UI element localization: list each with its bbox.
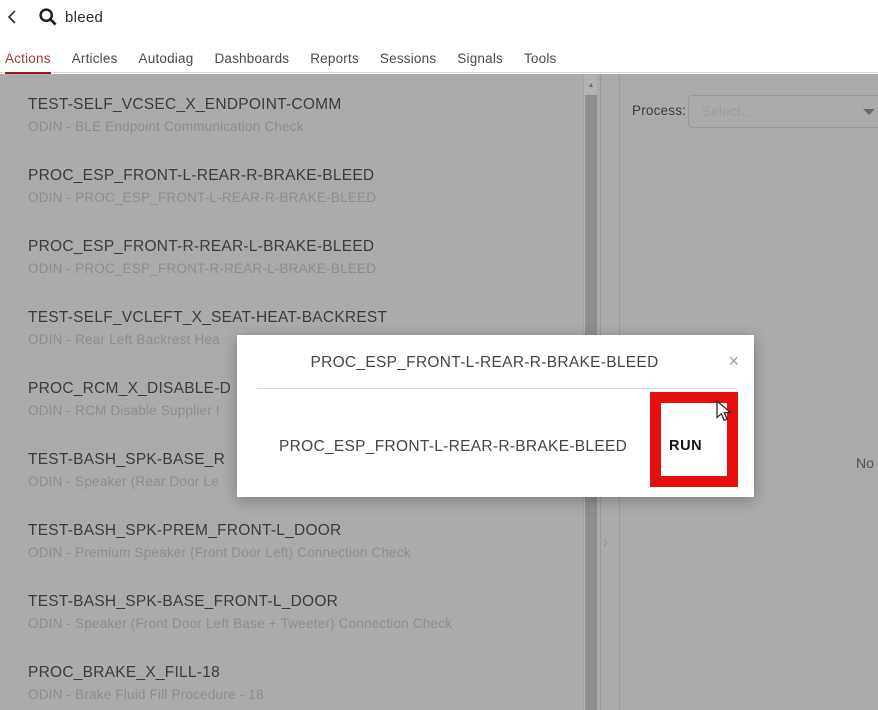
list-item[interactable]: TEST-BASH_SPK-PREM_FRONT-L_DOOR ODIN - P…	[28, 522, 411, 561]
tab-sessions[interactable]: Sessions	[380, 46, 436, 72]
caret-down-icon	[863, 109, 875, 115]
dialog-action-name: PROC_ESP_FRONT-L-REAR-R-BRAKE-BLEED	[279, 438, 627, 456]
tab-tools[interactable]: Tools	[524, 46, 557, 72]
action-title: TEST-BASH_SPK-PREM_FRONT-L_DOOR	[28, 522, 411, 539]
action-title: PROC_ESP_FRONT-R-REAR-L-BRAKE-BLEED	[28, 238, 376, 255]
tab-autodiag[interactable]: Autodiag	[139, 46, 194, 72]
list-item[interactable]: TEST-BASH_SPK-BASE_FRONT-L_DOOR ODIN - S…	[28, 593, 452, 632]
tab-articles[interactable]: Articles	[72, 46, 118, 72]
select-placeholder: Select...	[702, 104, 753, 119]
list-item[interactable]: TEST-SELF_VCSEC_X_ENDPOINT-COMM ODIN - B…	[28, 96, 342, 135]
list-item[interactable]: PROC_ESP_FRONT-L-REAR-R-BRAKE-BLEED ODIN…	[28, 167, 376, 206]
dialog-divider	[257, 388, 737, 389]
action-desc: ODIN - Speaker (Rear Door Le	[28, 474, 225, 490]
action-desc: ODIN - PROC_ESP_FRONT-L-REAR-R-BRAKE-BLE…	[28, 190, 376, 206]
search-input[interactable]: bleed	[38, 4, 103, 30]
run-button[interactable]: RUN	[669, 438, 702, 454]
action-title: TEST-SELF_VCSEC_X_ENDPOINT-COMM	[28, 96, 342, 113]
run-action-dialog: PROC_ESP_FRONT-L-REAR-R-BRAKE-BLEED × PR…	[237, 335, 754, 497]
panel-expand-chevron-icon[interactable]: ›	[603, 534, 617, 552]
tab-signals[interactable]: Signals	[457, 46, 503, 72]
process-label: Process:	[632, 103, 686, 118]
action-title: TEST-BASH_SPK-BASE_FRONT-L_DOOR	[28, 593, 452, 610]
action-desc: ODIN - BLE Endpoint Communication Check	[28, 119, 342, 135]
action-title: PROC_RCM_X_DISABLE-D	[28, 380, 231, 397]
action-title: TEST-SELF_VCLEFT_X_SEAT-HEAT-BACKREST	[28, 309, 387, 326]
action-desc: ODIN - Premium Speaker (Front Door Left)…	[28, 545, 411, 561]
dialog-title: PROC_ESP_FRONT-L-REAR-R-BRAKE-BLEED	[237, 354, 754, 372]
close-icon[interactable]: ×	[728, 352, 739, 370]
action-title: PROC_ESP_FRONT-L-REAR-R-BRAKE-BLEED	[28, 167, 376, 184]
action-desc: ODIN - Brake Fluid Fill Procedure - 18	[28, 687, 264, 703]
back-icon[interactable]	[2, 6, 24, 28]
action-title: TEST-BASH_SPK-BASE_R	[28, 451, 225, 468]
process-select-dropdown[interactable]: Select...	[688, 95, 878, 128]
top-bar: bleed	[0, 0, 878, 46]
tab-actions[interactable]: Actions	[5, 46, 51, 75]
list-item[interactable]: TEST-BASH_SPK-BASE_R ODIN - Speaker (Rea…	[28, 451, 225, 490]
scroll-up-arrow-icon[interactable]: ▲	[584, 80, 598, 92]
action-desc: ODIN - Speaker (Front Door Left Base + T…	[28, 616, 452, 632]
tab-reports[interactable]: Reports	[310, 46, 359, 72]
list-item[interactable]: PROC_BRAKE_X_FILL-18 ODIN - Brake Fluid …	[28, 664, 264, 703]
right-panel-partial-text: No	[856, 455, 874, 471]
search-query: bleed	[65, 9, 103, 26]
list-item[interactable]: PROC_ESP_FRONT-R-REAR-L-BRAKE-BLEED ODIN…	[28, 238, 376, 277]
search-icon	[38, 7, 58, 27]
list-item[interactable]: PROC_RCM_X_DISABLE-D ODIN - RCM Disable …	[28, 380, 231, 419]
action-title: PROC_BRAKE_X_FILL-18	[28, 664, 264, 681]
action-desc: ODIN - RCM Disable Supplier I	[28, 403, 231, 419]
tab-dashboards[interactable]: Dashboards	[214, 46, 289, 72]
tab-bar: Actions Articles Autodiag Dashboards Rep…	[0, 46, 878, 73]
action-desc: ODIN - PROC_ESP_FRONT-R-REAR-L-BRAKE-BLE…	[28, 261, 376, 277]
